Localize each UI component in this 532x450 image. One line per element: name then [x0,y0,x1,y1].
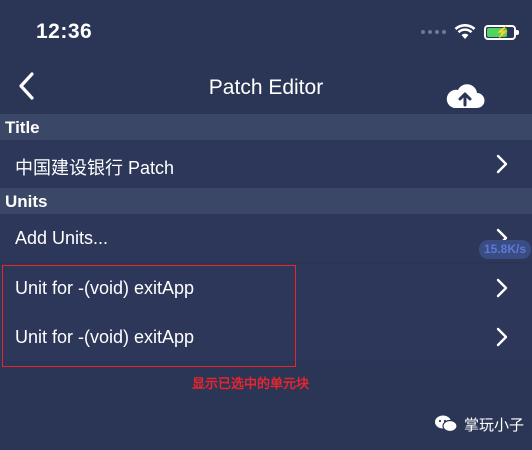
watermark: 掌玩小子 [434,413,524,435]
battery-icon: ⚡ [484,24,519,40]
chat-bubbles-icon [435,415,458,433]
status-icons: ⚡ [421,22,519,42]
chevron-right-icon [496,154,508,174]
chevron-right-icon [496,278,508,298]
navigation-bar: Patch Editor [0,62,532,114]
add-units-label: Add Units... [15,228,109,248]
annotation-text: 显示已选中的单元块 [192,376,310,391]
selection-highlight-box [2,265,296,367]
watermark-text: 掌玩小子 [464,416,525,434]
section-header-label: Units [5,192,48,211]
status-time: 12:36 [36,20,93,43]
cellular-signal-icon [421,30,446,34]
patch-name-label: 中国建设银行 Patch [15,158,175,178]
section-header-label: Title [5,118,40,137]
section-header-units: Units [0,188,532,214]
patch-name-row[interactable]: 中国建设银行 Patch [0,140,532,188]
wifi-icon [454,24,476,39]
network-speed-badge: 15.8K/s [479,240,531,259]
chevron-right-icon [496,327,508,347]
status-bar: 12:36 ⚡ [0,0,532,62]
section-header-title: Title [0,114,532,140]
cloud-upload-icon[interactable] [444,80,486,112]
add-units-row[interactable]: Add Units... [0,214,532,262]
